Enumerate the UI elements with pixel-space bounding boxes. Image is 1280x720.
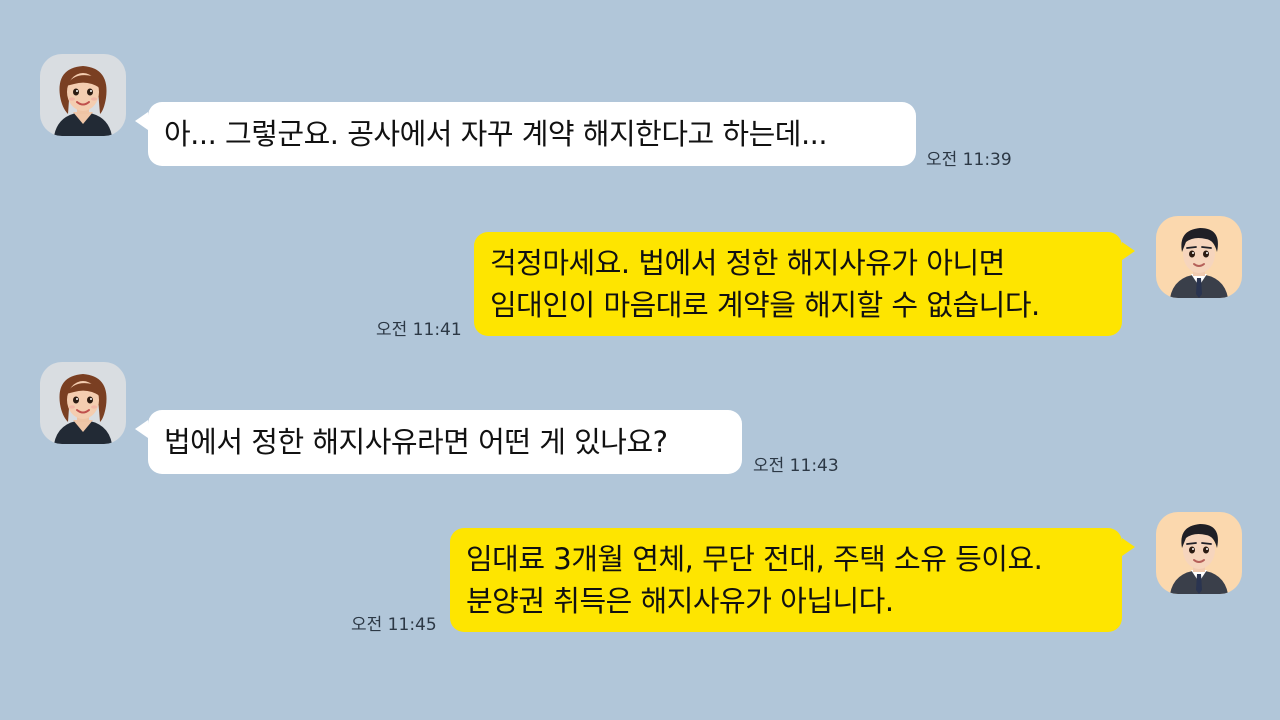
message-time: 오전 11:39: [926, 150, 1012, 170]
message-text: 임대료 3개월 연체, 무단 전대, 주택 소유 등이요. 분양권 취득은 해지…: [466, 542, 1043, 618]
woman-avatar[interactable]: [40, 54, 126, 136]
message-bubble-outgoing[interactable]: 임대료 3개월 연체, 무단 전대, 주택 소유 등이요. 분양권 취득은 해지…: [450, 528, 1135, 632]
message-text: 걱정마세요. 법에서 정한 해지사유가 아니면 임대인이 마음대로 계약을 해지…: [490, 246, 1040, 322]
message-time: 오전 11:45: [351, 615, 437, 635]
man-avatar[interactable]: [1156, 216, 1242, 298]
message-time: 오전 11:43: [753, 456, 839, 476]
message-text: 법에서 정한 해지사유라면 어떤 게 있나요?: [164, 425, 668, 459]
chat-area: 아... 그렇군요. 공사에서 자꾸 계약 해지한다고 하는데... 오전 11…: [0, 0, 1280, 720]
message-time: 오전 11:41: [376, 320, 462, 340]
message-bubble-incoming[interactable]: 법에서 정한 해지사유라면 어떤 게 있나요?: [135, 410, 742, 474]
woman-avatar[interactable]: [40, 362, 126, 444]
man-avatar[interactable]: [1156, 512, 1242, 594]
message-bubble-incoming[interactable]: 아... 그렇군요. 공사에서 자꾸 계약 해지한다고 하는데...: [135, 102, 916, 166]
message-text: 아... 그렇군요. 공사에서 자꾸 계약 해지한다고 하는데...: [164, 117, 828, 151]
message-bubble-outgoing[interactable]: 걱정마세요. 법에서 정한 해지사유가 아니면 임대인이 마음대로 계약을 해지…: [474, 232, 1135, 336]
